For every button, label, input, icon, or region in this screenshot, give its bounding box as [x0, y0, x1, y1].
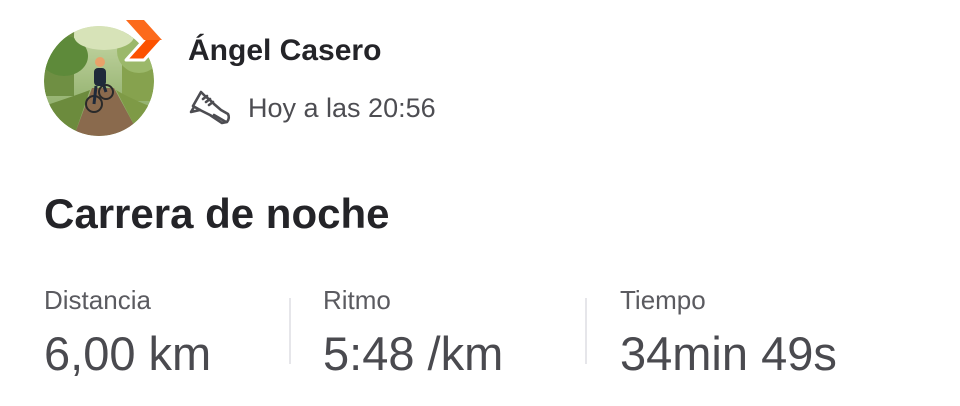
running-shoe-icon — [189, 90, 231, 125]
stat-value: 5:48 /km — [323, 327, 504, 380]
stat-divider — [289, 298, 291, 364]
activity-meta: Hoy a las 20:56 — [188, 88, 436, 128]
stat-distance: Distancia 6,00 km — [44, 284, 211, 382]
strava-chevron-icon — [124, 18, 164, 62]
stat-label: Tiempo — [620, 285, 706, 315]
stat-value: 6,00 km — [44, 327, 212, 380]
stat-time: Tiempo 34min 49s — [620, 284, 837, 382]
athlete-name[interactable]: Ángel Casero — [188, 34, 381, 68]
activity-title[interactable]: Carrera de noche — [44, 190, 389, 238]
stat-label: Distancia — [44, 285, 151, 315]
athlete-avatar[interactable] — [44, 18, 164, 138]
stat-divider — [585, 298, 587, 364]
stat-value: 34min 49s — [620, 327, 837, 380]
stats-row: Distancia 6,00 km Ritmo 5:48 /km Tiempo … — [44, 284, 960, 384]
activity-timestamp: Hoy a las 20:56 — [248, 92, 436, 123]
stat-pace: Ritmo 5:48 /km — [323, 284, 503, 382]
stat-label: Ritmo — [323, 285, 391, 315]
